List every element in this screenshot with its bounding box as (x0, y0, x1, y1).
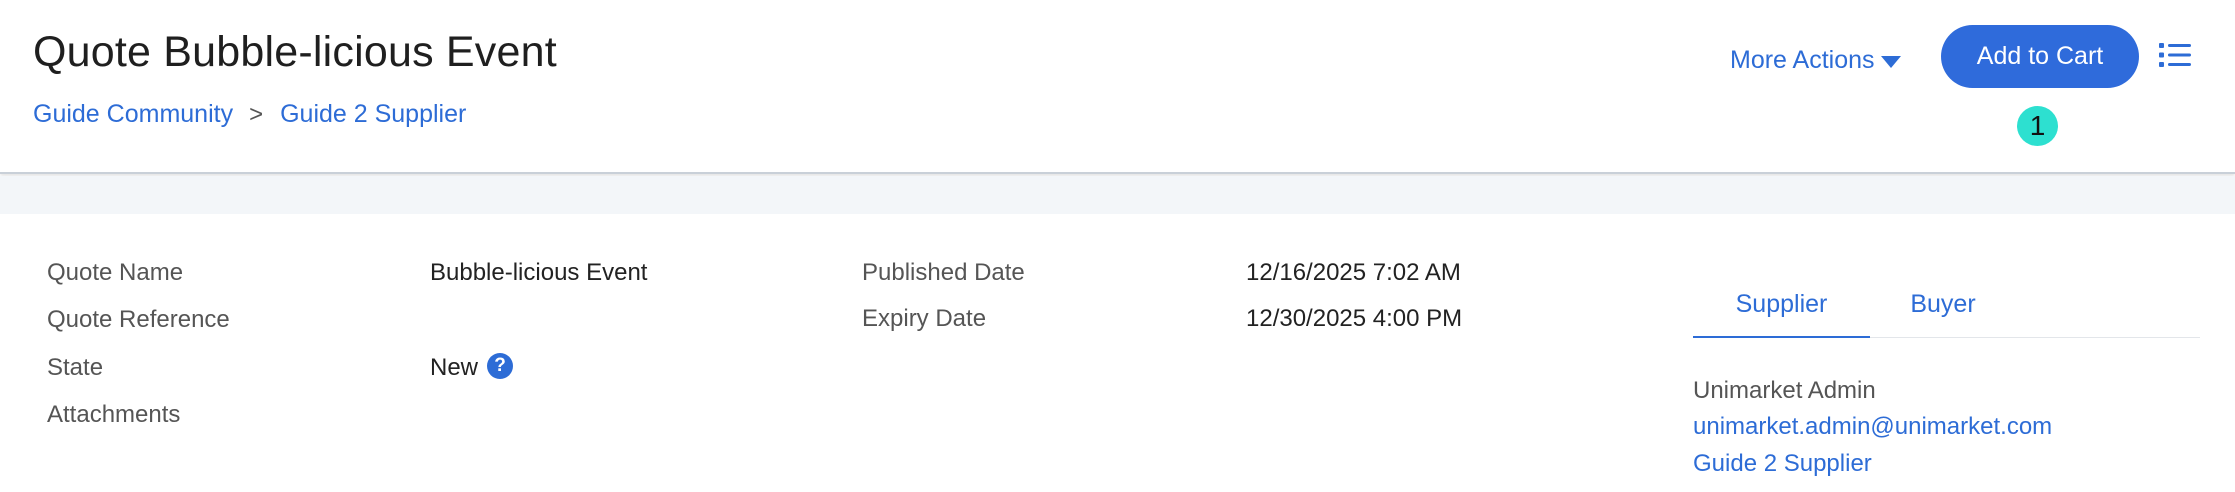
question-icon[interactable]: ? (487, 353, 513, 379)
more-actions-label: More Actions (1730, 46, 1875, 74)
attachments-label: Attachments (47, 401, 181, 428)
contact-tabs: Supplier Buyer (1693, 290, 2200, 338)
published-date-label: Published Date (862, 259, 1025, 286)
state-label: State (47, 354, 104, 381)
published-date-value: 12/16/2025 7:02 AM (1246, 259, 1461, 286)
expiry-date-label: Expiry Date (862, 305, 987, 332)
contact-email-link[interactable]: unimarket.admin@unimarket.com (1693, 413, 2052, 441)
quote-name-label: Quote Name (47, 259, 184, 286)
contact-name: Unimarket Admin (1693, 377, 1876, 404)
quote-name-value: Bubble-licious Event (430, 259, 648, 286)
step-badge: 1 (2017, 106, 2058, 146)
breadcrumb-link-community[interactable]: Guide Community (33, 100, 233, 129)
page-title: Quote Bubble-licious Event (33, 28, 557, 76)
expiry-date-value: 12/30/2025 4:00 PM (1246, 305, 1463, 332)
section-divider-band (0, 176, 2235, 214)
breadcrumb: Guide Community > Guide 2 Supplier (33, 100, 466, 129)
breadcrumb-link-supplier[interactable]: Guide 2 Supplier (280, 100, 466, 129)
quote-reference-label: Quote Reference (47, 306, 230, 333)
add-to-cart-button[interactable]: Add to Cart (1941, 25, 2139, 88)
page-header: Quote Bubble-licious Event Guide Communi… (0, 0, 2235, 174)
breadcrumb-separator: > (249, 100, 264, 128)
contact-organization-link[interactable]: Guide 2 Supplier (1693, 450, 1872, 478)
more-actions-dropdown[interactable]: More Actions (1730, 46, 1901, 75)
state-value: New (430, 354, 479, 381)
caret-down-icon (1880, 55, 1901, 68)
tab-supplier[interactable]: Supplier (1693, 290, 1870, 338)
tab-buyer[interactable]: Buyer (1870, 290, 2016, 338)
list-icon[interactable] (2159, 42, 2191, 68)
